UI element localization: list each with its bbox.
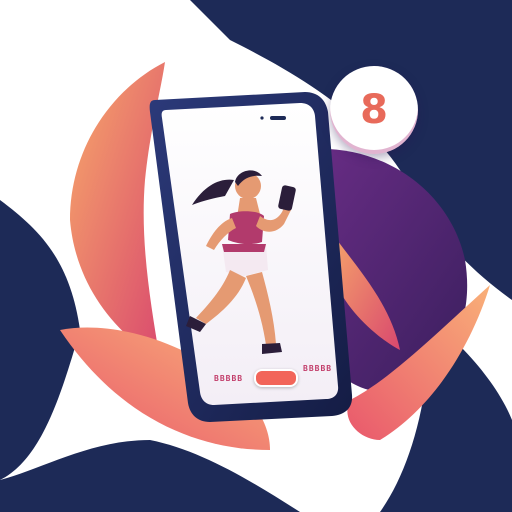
stopwatch-icon: 8 bbox=[360, 87, 388, 133]
illustration bbox=[0, 0, 512, 512]
phone-camera bbox=[260, 116, 264, 120]
start-button[interactable] bbox=[254, 369, 298, 387]
screen-label-left: BBBBB bbox=[214, 374, 244, 383]
screen-label-right: BBBBB bbox=[303, 364, 333, 373]
stopwatch-badge[interactable]: 8 bbox=[330, 66, 418, 154]
phone-speaker bbox=[270, 116, 286, 120]
